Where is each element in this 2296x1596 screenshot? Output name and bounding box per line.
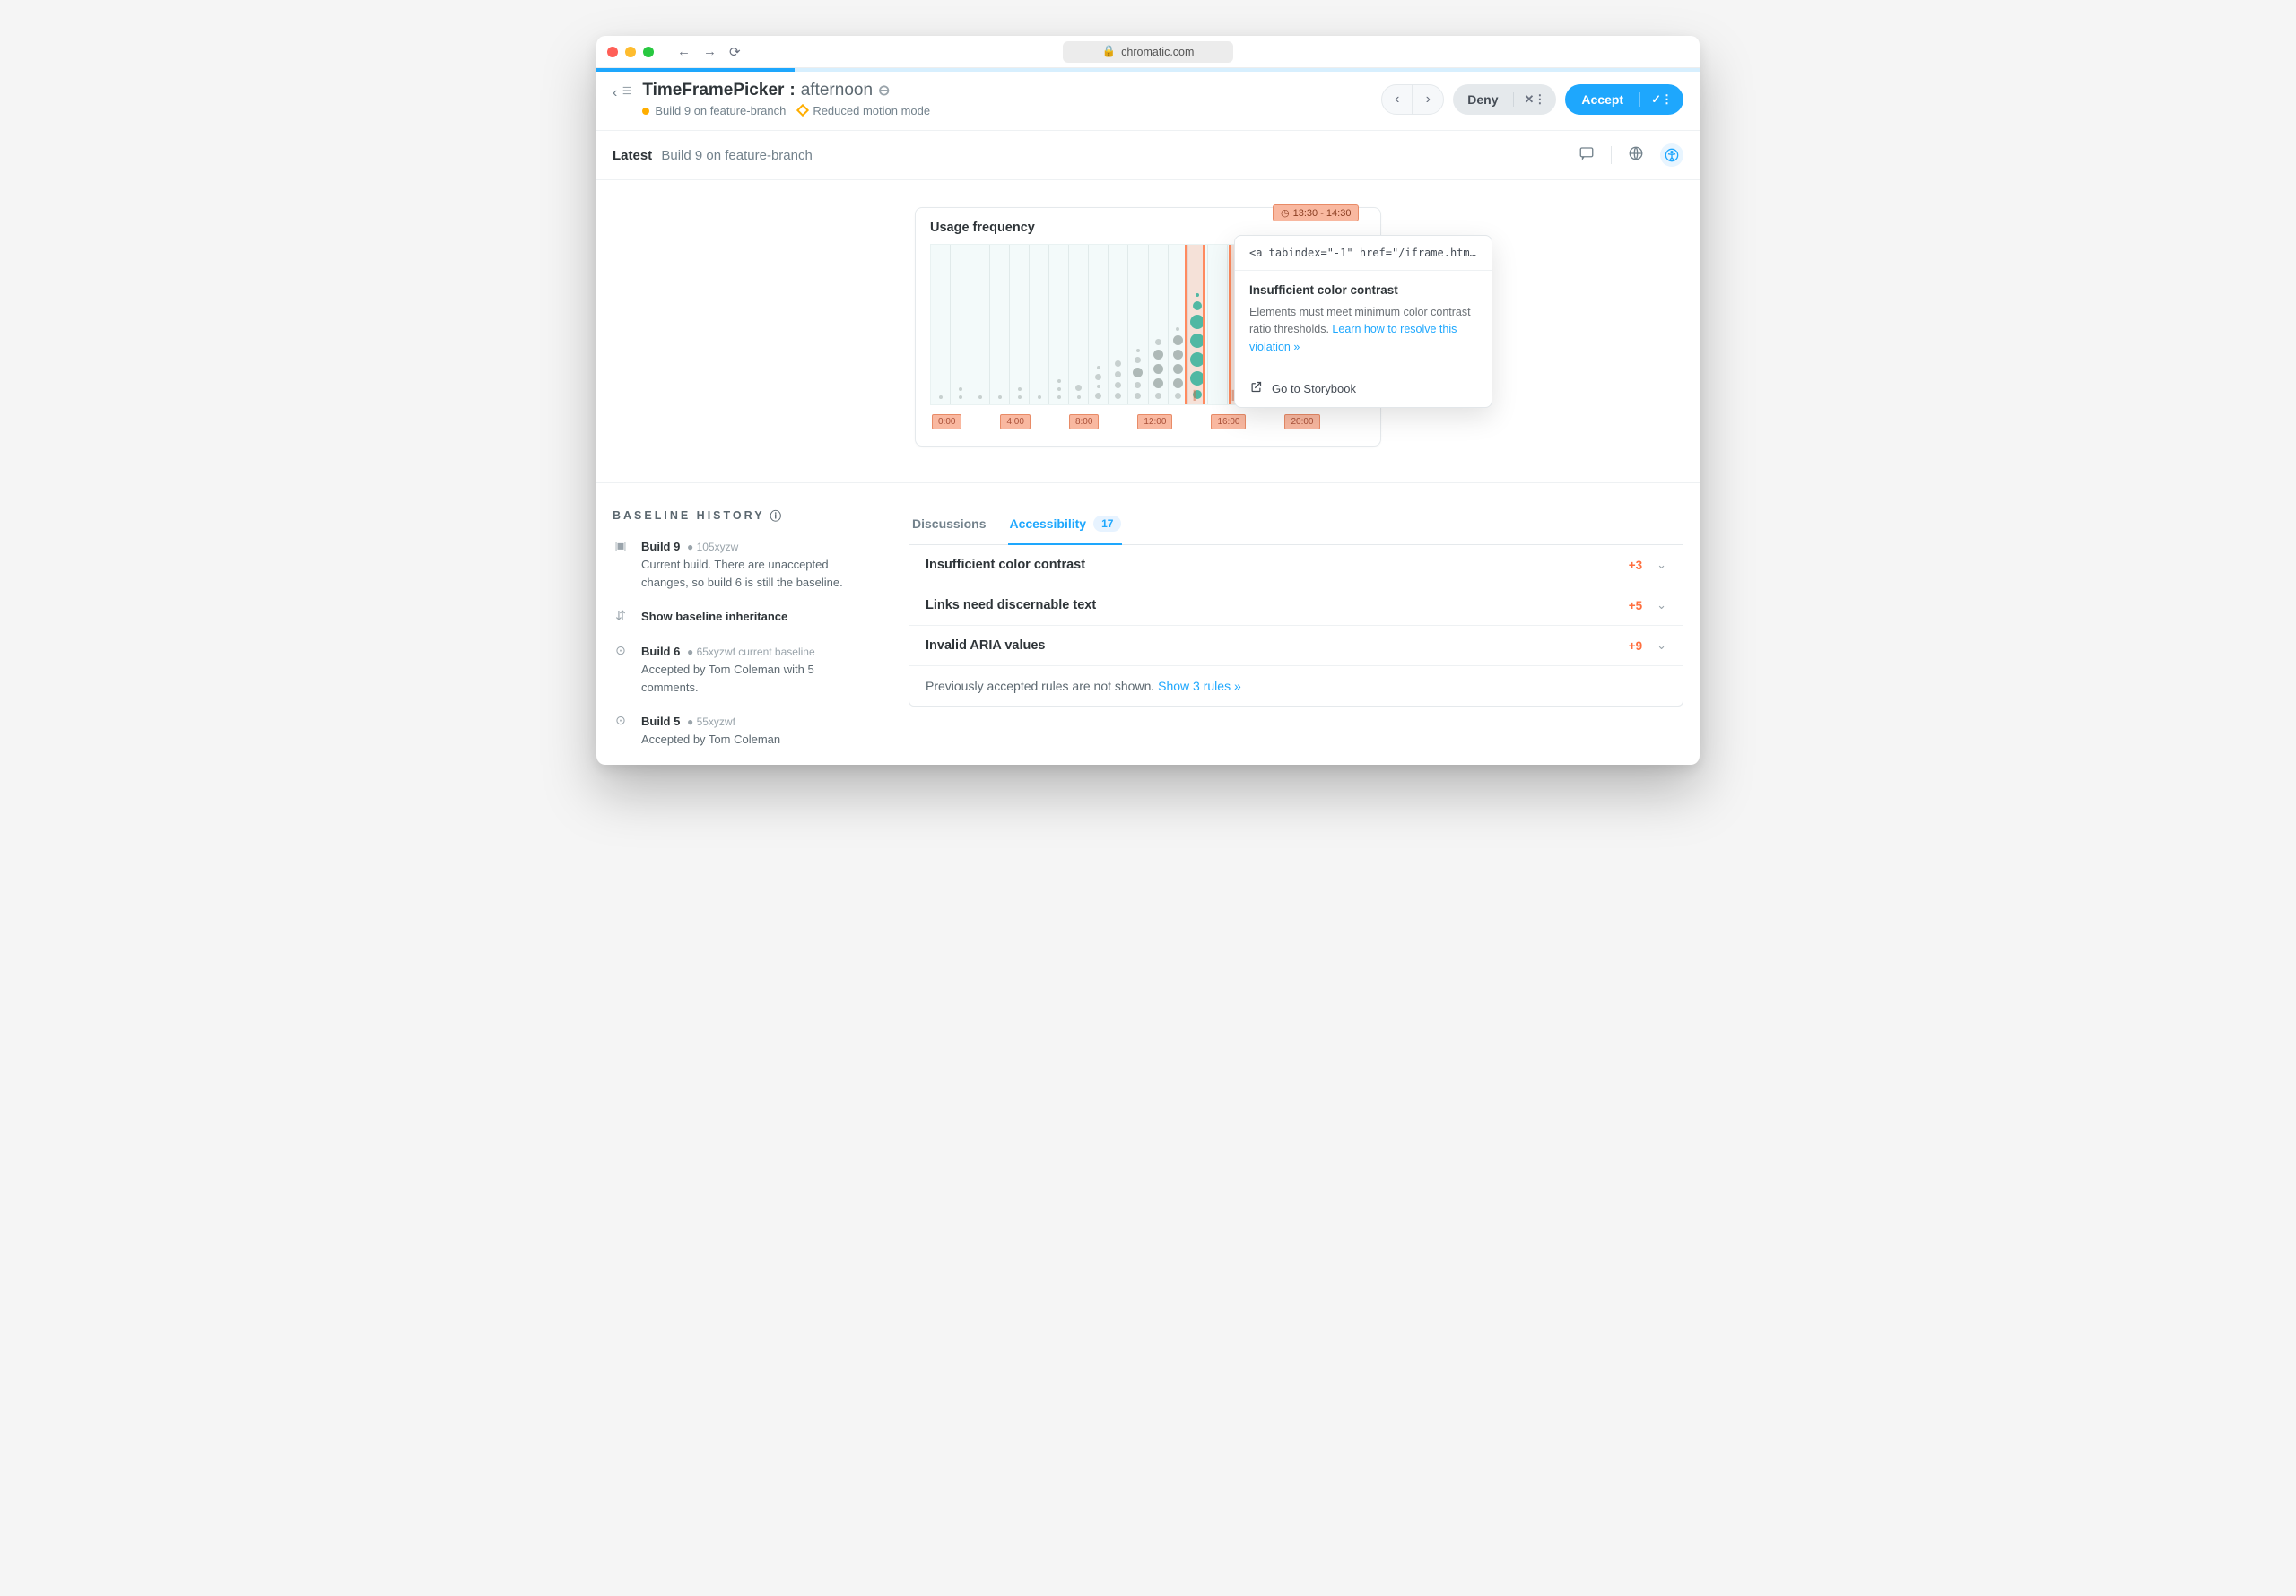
chevron-down-icon: ⌄ bbox=[1657, 598, 1666, 612]
violation-description: Elements must meet minimum color contras… bbox=[1249, 304, 1477, 356]
lower-area: BASELINE HISTORY ⓘ ▣ Build 9 ● 105xyzwCu… bbox=[596, 482, 1700, 765]
tab-discussions[interactable]: Discussions bbox=[912, 507, 986, 544]
forward-icon[interactable]: → bbox=[703, 44, 717, 60]
latest-label: Latest bbox=[613, 148, 652, 163]
previously-accepted: Previously accepted rules are not shown.… bbox=[909, 665, 1683, 706]
lock-icon: 🔒 bbox=[1102, 45, 1117, 58]
chevron-down-icon: ⌄ bbox=[1657, 558, 1666, 572]
chart-axis: 0:00 4:00 8:00 12:00 16:00 20:00 bbox=[930, 414, 1366, 429]
violation-row[interactable]: Invalid ARIA values +9⌄ bbox=[909, 625, 1683, 665]
accept-button[interactable]: Accept ✓⋮ bbox=[1565, 84, 1683, 115]
accessibility-toggle[interactable] bbox=[1660, 143, 1683, 167]
tab-accessibility[interactable]: Accessibility 17 bbox=[1009, 507, 1121, 544]
back-icon[interactable]: ← bbox=[677, 44, 691, 60]
inheritance-icon: ⇵ bbox=[613, 608, 629, 626]
violation-count-badge: 17 bbox=[1093, 516, 1121, 532]
clock-icon: ◷ bbox=[1281, 207, 1290, 219]
story-pager: ‹ › bbox=[1381, 84, 1444, 115]
baseline-heading: BASELINE HISTORY ⓘ bbox=[613, 507, 873, 524]
violations-panel: Discussions Accessibility 17 Insufficien… bbox=[909, 507, 1683, 765]
zoom-window[interactable] bbox=[643, 47, 654, 57]
comments-icon[interactable] bbox=[1578, 145, 1595, 166]
url-text: chromatic.com bbox=[1121, 46, 1194, 58]
title-separator: : bbox=[789, 81, 795, 100]
app-window: ← → ⟳ 🔒 chromatic.com ‹ TimeFramePicker … bbox=[596, 36, 1700, 765]
build-chip: Build 9 on feature-branch bbox=[642, 104, 786, 117]
violation-row[interactable]: Insufficient color contrast +3⌄ bbox=[909, 545, 1683, 585]
chevron-down-icon: ⌄ bbox=[1657, 638, 1666, 653]
axis-tick: 8:00 bbox=[1069, 414, 1099, 429]
minimize-window[interactable] bbox=[625, 47, 636, 57]
panel-tabs: Discussions Accessibility 17 bbox=[909, 507, 1683, 545]
address-bar[interactable]: 🔒 chromatic.com bbox=[1063, 41, 1233, 63]
drag-handle-icon[interactable]: ║ bbox=[1191, 391, 1197, 401]
violation-row[interactable]: Links need discernable text +5⌄ bbox=[909, 585, 1683, 625]
deny-button[interactable]: Deny ✕⋮ bbox=[1453, 84, 1556, 115]
loading-progress bbox=[596, 68, 1700, 72]
page-header: ‹ TimeFramePicker : afternoon ⊖ Build 9 … bbox=[596, 72, 1700, 130]
deny-batch-icon[interactable]: ✕⋮ bbox=[1513, 92, 1557, 107]
snapshot-subheader: Latest Build 9 on feature-branch bbox=[596, 130, 1700, 180]
baseline-sidebar: BASELINE HISTORY ⓘ ▣ Build 9 ● 105xyzwCu… bbox=[613, 507, 873, 765]
help-icon[interactable]: ⓘ bbox=[770, 507, 782, 524]
accept-batch-icon[interactable]: ✓⋮ bbox=[1639, 92, 1683, 107]
axis-tick: 20:00 bbox=[1284, 414, 1319, 429]
divider bbox=[1611, 146, 1612, 164]
mode-chip: Reduced motion mode bbox=[798, 104, 930, 117]
commit-node-icon: ⊙ bbox=[613, 643, 629, 697]
external-link-icon bbox=[1249, 380, 1263, 396]
axis-tick: 16:00 bbox=[1211, 414, 1246, 429]
browser-titlebar: ← → ⟳ 🔒 chromatic.com bbox=[596, 36, 1700, 68]
snapshot-canvas: Usage frequency ◷ 13:30 - 14:30 bbox=[596, 180, 1700, 482]
reload-icon[interactable]: ⟳ bbox=[729, 44, 741, 60]
baseline-inheritance-toggle[interactable]: ⇵ Show baseline inheritance bbox=[613, 608, 873, 626]
show-hidden-rules-link[interactable]: Show 3 rules » bbox=[1158, 679, 1241, 693]
commit-icon: ▣ bbox=[613, 538, 629, 592]
window-controls bbox=[607, 47, 654, 57]
violation-popover: <a tabindex="-1" href="/iframe.htm... In… bbox=[1234, 235, 1492, 408]
prev-story[interactable]: ‹ bbox=[1382, 85, 1413, 114]
element-selector[interactable]: <a tabindex="-1" href="/iframe.htm... bbox=[1235, 236, 1492, 271]
list-icon bbox=[622, 84, 631, 101]
story-name: afternoon bbox=[801, 81, 873, 100]
violation-title: Insufficient color contrast bbox=[1249, 283, 1477, 297]
info-badge-icon[interactable]: ⊖ bbox=[878, 82, 890, 100]
baseline-item[interactable]: ⊙ Build 5 ● 55xyzwfAccepted by Tom Colem… bbox=[613, 713, 873, 749]
go-to-storybook[interactable]: Go to Storybook bbox=[1235, 369, 1492, 407]
axis-tick: 12:00 bbox=[1137, 414, 1172, 429]
back-to-list[interactable]: ‹ bbox=[613, 84, 631, 101]
next-story[interactable]: › bbox=[1413, 85, 1443, 114]
browser-mode-icon[interactable] bbox=[1628, 145, 1644, 166]
latest-build: Build 9 on feature-branch bbox=[661, 148, 812, 163]
selected-time-chip: ◷ 13:30 - 14:30 bbox=[1273, 204, 1359, 221]
chart-title: Usage frequency bbox=[930, 221, 1366, 235]
axis-tick: 4:00 bbox=[1000, 414, 1030, 429]
axis-tick: 0:00 bbox=[932, 414, 961, 429]
chevron-left-icon: ‹ bbox=[613, 85, 617, 101]
close-window[interactable] bbox=[607, 47, 618, 57]
page-title: TimeFramePicker : afternoon ⊖ bbox=[642, 81, 930, 100]
browser-nav: ← → ⟳ bbox=[677, 44, 741, 60]
commit-node-icon: ⊙ bbox=[613, 713, 629, 749]
component-name: TimeFramePicker bbox=[642, 81, 784, 100]
component-preview: Usage frequency ◷ 13:30 - 14:30 bbox=[915, 207, 1381, 447]
baseline-item[interactable]: ▣ Build 9 ● 105xyzwCurrent build. There … bbox=[613, 538, 873, 592]
baseline-item[interactable]: ⊙ Build 6 ● 65xyzwf current baselineAcce… bbox=[613, 643, 873, 697]
time-selection[interactable]: ║ bbox=[1185, 245, 1205, 404]
